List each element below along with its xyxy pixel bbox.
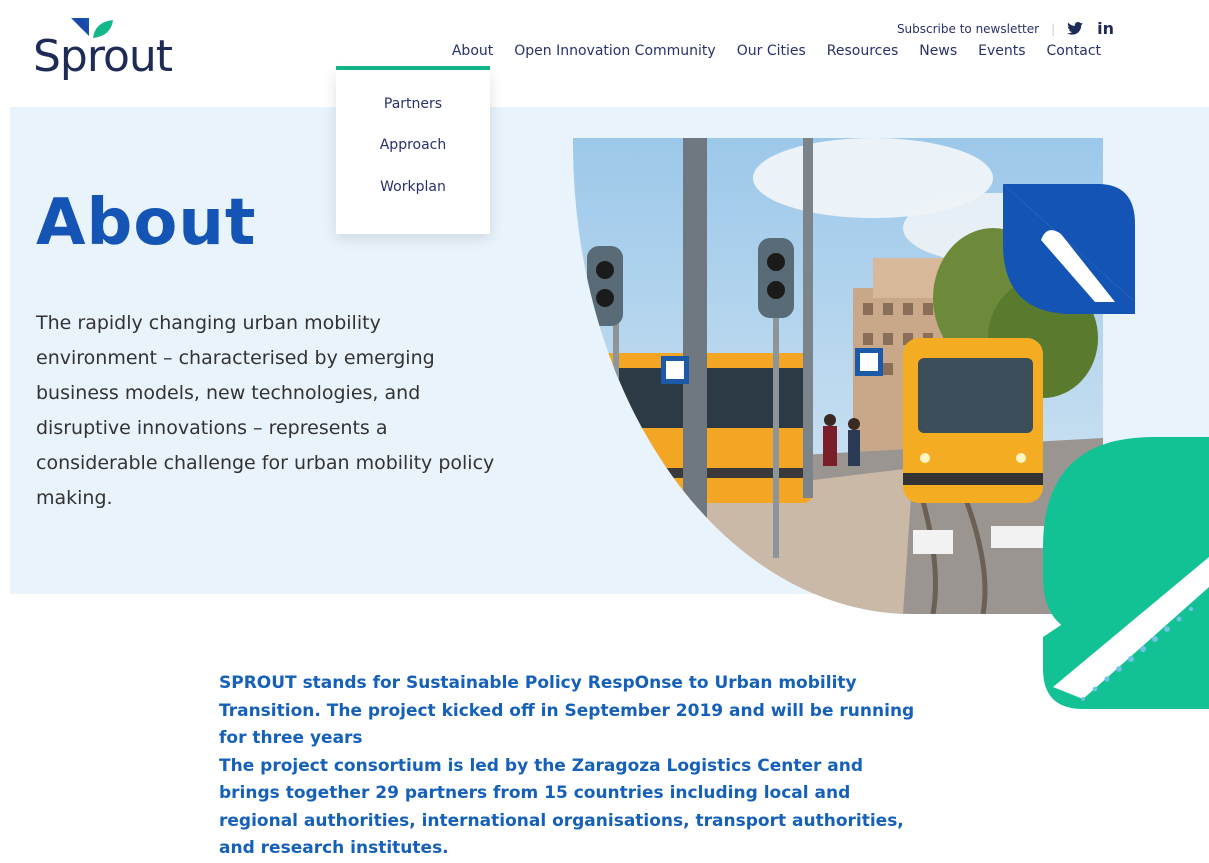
social-links: in [1067, 19, 1114, 38]
subscribe-newsletter-link[interactable]: Subscribe to newsletter [897, 22, 1039, 36]
nav-about[interactable]: About [452, 43, 493, 59]
nav-open-innovation-community[interactable]: Open Innovation Community [514, 43, 715, 59]
nav-our-cities[interactable]: Our Cities [737, 43, 806, 59]
dropdown-item-approach[interactable]: Approach [336, 135, 490, 155]
project-description: SPROUT stands for Sustainable Policy Res… [219, 670, 919, 863]
hero-intro-text: The rapidly changing urban mobility envi… [36, 312, 495, 509]
decorative-blue-leaf-shape [1003, 184, 1135, 314]
dropdown-item-partners[interactable]: Partners [336, 94, 490, 114]
main-nav: About Open Innovation Community Our Citi… [452, 43, 1101, 59]
linkedin-icon[interactable]: in [1097, 19, 1114, 38]
description-paragraph-2: The project consortium is led by the Zar… [219, 755, 904, 859]
nav-news[interactable]: News [919, 43, 957, 59]
sprout-logo[interactable]: Sprout [33, 16, 193, 88]
description-paragraph-1: SPROUT stands for Sustainable Policy Res… [219, 673, 915, 748]
dropdown-item-workplan[interactable]: Workplan [336, 177, 490, 197]
utility-bar: Subscribe to newsletter | in [897, 19, 1114, 38]
about-dropdown-menu: Partners Approach Workplan [336, 70, 490, 234]
nav-contact[interactable]: Contact [1047, 43, 1101, 59]
separator: | [1051, 21, 1056, 36]
nav-events[interactable]: Events [978, 43, 1025, 59]
page-title: About [36, 186, 257, 260]
twitter-icon[interactable] [1067, 22, 1083, 35]
decorative-green-leaf-shape [1043, 437, 1209, 709]
logo-wordmark: Sprout [33, 31, 173, 82]
nav-resources[interactable]: Resources [827, 43, 899, 59]
